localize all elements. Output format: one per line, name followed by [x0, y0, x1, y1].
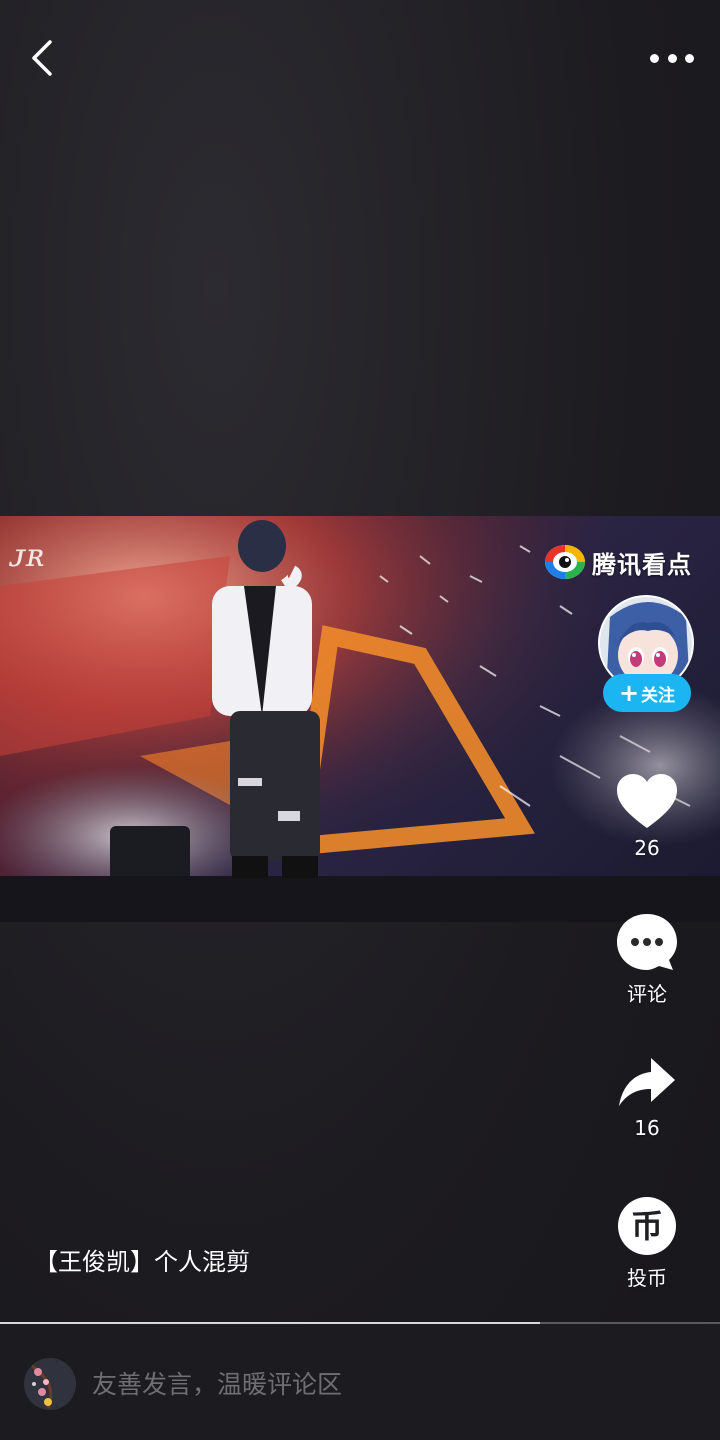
svg-text:币: 币 [631, 1207, 663, 1245]
more-horizontal-icon [650, 53, 659, 63]
tencent-kandian-logo-icon [545, 545, 585, 579]
coin-button[interactable]: 币 投币 [606, 1196, 688, 1291]
back-button[interactable] [22, 36, 66, 80]
svg-text:ᴊʀ: ᴊʀ [8, 536, 45, 574]
video-watermark: 腾讯看点 [544, 542, 692, 582]
user-avatar[interactable] [24, 1358, 76, 1410]
more-button[interactable] [646, 40, 698, 76]
comment-input[interactable] [92, 1360, 572, 1408]
share-button[interactable]: 16 [606, 1056, 688, 1140]
share-arrow-icon [619, 1058, 675, 1106]
follow-button[interactable]: + 关注 [603, 674, 691, 712]
comment-label: 评论 [627, 982, 667, 1006]
plus-icon: + [618, 679, 640, 707]
follow-label: 关注 [641, 685, 676, 706]
share-count: 16 [634, 1116, 660, 1140]
top-bar [0, 0, 720, 120]
watermark-text: 腾讯看点 [592, 550, 692, 579]
chevron-left-icon [32, 40, 52, 76]
coin-label: 投币 [627, 1266, 667, 1290]
like-button[interactable]: 26 [606, 772, 688, 860]
like-count: 26 [634, 836, 660, 860]
comment-bar [0, 1324, 720, 1440]
video-caption: 【王俊凯】个人混剪 [34, 1248, 250, 1276]
comment-bubble-icon [617, 914, 677, 970]
comment-button[interactable]: 评论 [606, 912, 688, 1007]
coin-icon: 币 [618, 1197, 676, 1255]
heart-icon [617, 774, 677, 828]
